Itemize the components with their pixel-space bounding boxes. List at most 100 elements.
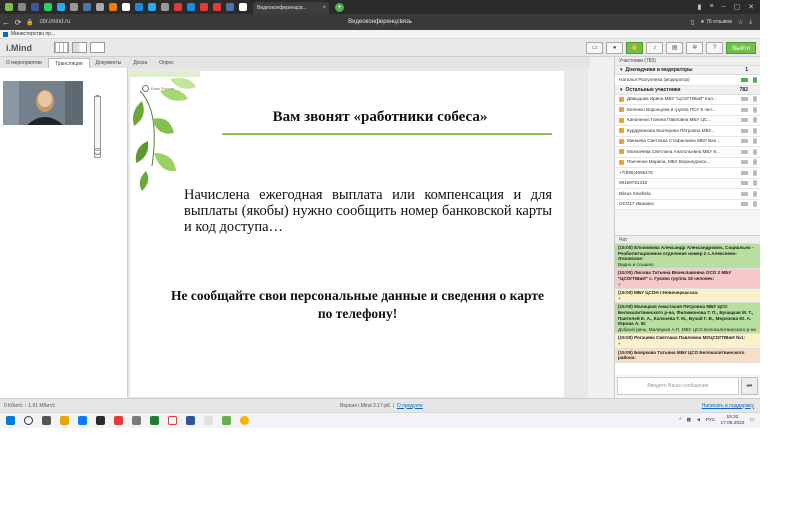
tab-whiteboard[interactable]: Доска bbox=[127, 58, 153, 68]
reviews-badge[interactable]: ★ 76 отзывов bbox=[700, 19, 732, 25]
language-indicator[interactable]: РУС bbox=[706, 418, 716, 423]
participant-row[interactable]: Беленко Воронцова и группа ПСУ 5 чел... bbox=[615, 105, 760, 116]
speaker-video[interactable] bbox=[3, 81, 83, 125]
minimize-icon[interactable]: – bbox=[722, 3, 726, 11]
volume-down-icon[interactable]: – bbox=[94, 148, 101, 155]
tab-documents[interactable]: Документы bbox=[90, 58, 128, 68]
search-icon[interactable] bbox=[24, 416, 33, 425]
tab-broadcast[interactable]: Трансляция bbox=[47, 58, 90, 68]
active-browser-tab[interactable]: Видеоконференцсв... × bbox=[253, 2, 329, 14]
mic-status-icon bbox=[753, 148, 757, 155]
participant-row[interactable]: Минаева Светлана Стефановна МБУ Вал... bbox=[615, 136, 760, 147]
tab-favicon[interactable] bbox=[44, 3, 52, 11]
microphone-icon[interactable]: ● bbox=[606, 41, 624, 54]
system-tray: ^ ▦ ◄ РУС 15:32 17.06.2022 ▭ bbox=[679, 415, 760, 426]
raise-hand-icon[interactable]: ✋ bbox=[626, 41, 644, 54]
back-icon[interactable]: ← bbox=[0, 18, 12, 27]
tab-favicon[interactable] bbox=[18, 3, 26, 11]
refresh-icon[interactable]: ⟳ bbox=[12, 18, 24, 27]
network-icon[interactable]: ▦ bbox=[687, 418, 692, 423]
browser-menu-icon[interactable] bbox=[5, 3, 13, 11]
tab-favicon[interactable] bbox=[200, 3, 208, 11]
participant-row[interactable]: Каноненко Галина Павловна МБУ ЦС... bbox=[615, 115, 760, 126]
exit-button[interactable]: Выйти bbox=[726, 41, 756, 54]
app-icon[interactable] bbox=[222, 416, 231, 425]
new-tab-icon[interactable]: + bbox=[335, 2, 344, 12]
participant-row[interactable]: Давыдова Ирина МБУ "ЦСОГПВиИ" Кал... bbox=[615, 94, 760, 105]
chrome-icon[interactable] bbox=[240, 416, 249, 425]
word-icon[interactable] bbox=[186, 416, 195, 425]
layout-single-icon[interactable] bbox=[90, 42, 105, 53]
volume-icon[interactable]: ◄ bbox=[696, 418, 701, 423]
tab-poll[interactable]: Опрос bbox=[153, 58, 180, 68]
task-view-icon[interactable] bbox=[42, 416, 51, 425]
mic-status-icon bbox=[753, 76, 757, 83]
tab-favicon[interactable] bbox=[122, 3, 130, 11]
tab-favicon[interactable] bbox=[83, 3, 91, 11]
edge-icon[interactable] bbox=[78, 416, 87, 425]
participant-row[interactable]: Bileus Sinebela bbox=[615, 189, 760, 200]
tray-chevron-icon[interactable]: ^ bbox=[679, 418, 681, 423]
tab-favicon[interactable] bbox=[109, 3, 117, 11]
tab-favicon[interactable] bbox=[226, 3, 234, 11]
screen: Видеоконференцсв... × + ▮ ≡ – ▢ ✕ ← ⟳ 🔒 … bbox=[0, 0, 760, 428]
tab-favicon[interactable] bbox=[70, 3, 78, 11]
tab-favicon[interactable] bbox=[57, 3, 65, 11]
camera-icon[interactable]: ▭ bbox=[586, 41, 604, 54]
moderators-group[interactable]: ▾ Докладчики и модераторы 1 bbox=[615, 66, 760, 75]
participant-row[interactable]: Курдуманова Екатерина Петровна МБУ... bbox=[615, 126, 760, 137]
maximize-icon[interactable]: ▢ bbox=[734, 3, 741, 11]
url-field[interactable]: cbr.imind.ru bbox=[39, 19, 70, 25]
app-icon[interactable] bbox=[204, 416, 213, 425]
participant-row[interactable]: Мохначёва Светлана Анатольевна МБУ К... bbox=[615, 147, 760, 158]
bookmarks-icon[interactable]: ▮ bbox=[698, 3, 702, 11]
app-icon[interactable] bbox=[96, 416, 105, 425]
screen-share-icon[interactable]: ▤ bbox=[666, 41, 684, 54]
settings-gear-icon[interactable]: ✲ bbox=[686, 41, 704, 54]
notifications-icon[interactable]: ▭ bbox=[749, 418, 754, 423]
clock[interactable]: 15:32 17.06.2022 bbox=[720, 415, 744, 426]
reader-icon[interactable]: ▯ bbox=[691, 19, 694, 26]
close-tab-icon[interactable]: × bbox=[322, 5, 326, 11]
address-bar-actions: ▯ ★ 76 отзывов ☆ ⤓ bbox=[691, 19, 760, 26]
tab-favicon[interactable] bbox=[96, 3, 104, 11]
others-group[interactable]: ▾ Остальные участники 782 bbox=[615, 85, 760, 95]
chat-input[interactable]: Введите Ваше сообщение bbox=[617, 377, 739, 395]
support-link[interactable]: Написать в поддержку bbox=[702, 403, 754, 409]
yandex-icon[interactable] bbox=[114, 416, 123, 425]
speaker-icon[interactable]: ♪ bbox=[646, 41, 664, 54]
start-menu-icon[interactable] bbox=[6, 416, 15, 425]
tab-favicon[interactable] bbox=[161, 3, 169, 11]
excel-icon[interactable] bbox=[150, 416, 159, 425]
app-header: i.Mind ▭ ● ✋ ♪ ▤ ✲ ? Выйти bbox=[0, 39, 760, 57]
menu-icon[interactable]: ≡ bbox=[710, 3, 714, 11]
tab-favicon[interactable] bbox=[187, 3, 195, 11]
close-window-icon[interactable]: ✕ bbox=[748, 3, 754, 11]
tab-about-event[interactable]: О мероприятии bbox=[0, 58, 48, 68]
app-icon[interactable] bbox=[132, 416, 141, 425]
layout-grid-icon[interactable] bbox=[54, 42, 69, 53]
participant-row[interactable]: 09159791315 bbox=[615, 178, 760, 189]
bookmark-item[interactable]: Министерство пр... bbox=[11, 31, 55, 37]
download-icon[interactable]: ⤓ bbox=[749, 19, 752, 26]
participant-row[interactable]: ОСО17 Иваника bbox=[615, 199, 760, 210]
chat-log[interactable]: (15:00) Елохимова Александр Александрови… bbox=[615, 244, 760, 374]
participant-row[interactable]: Наталья Разгуляева (модератор) bbox=[615, 75, 760, 86]
tab-favicon[interactable] bbox=[31, 3, 39, 11]
help-icon[interactable]: ? bbox=[706, 41, 724, 54]
tab-favicon[interactable] bbox=[148, 3, 156, 11]
yandex-browser-icon[interactable] bbox=[168, 416, 177, 425]
about-product-link[interactable]: О продукте bbox=[397, 403, 423, 409]
tab-favicon[interactable] bbox=[135, 3, 143, 11]
file-explorer-icon[interactable] bbox=[60, 416, 69, 425]
tab-favicon[interactable] bbox=[213, 3, 221, 11]
send-message-icon[interactable]: ➦ bbox=[741, 377, 758, 395]
header-toolbar: ▭ ● ✋ ♪ ▤ ✲ ? Выйти bbox=[586, 41, 760, 54]
layout-split-icon[interactable] bbox=[72, 42, 87, 53]
participant-row[interactable]: +7(995)4566470 bbox=[615, 168, 760, 179]
tab-favicon[interactable] bbox=[174, 3, 182, 11]
bookmark-star-icon[interactable]: ☆ bbox=[738, 19, 743, 26]
collapse-icon: ▾ bbox=[620, 86, 623, 93]
tab-favicon[interactable] bbox=[239, 3, 247, 11]
participant-row[interactable]: Панченко Марина, МБУ Верхнедонск... bbox=[615, 157, 760, 168]
